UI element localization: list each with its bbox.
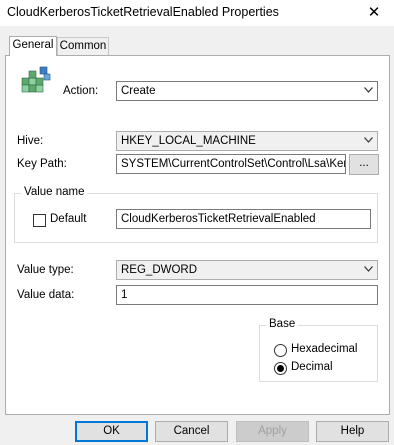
key-path-field[interactable]: SYSTEM\CurrentControlSet\Control\Lsa\Ker… bbox=[116, 154, 346, 174]
key-path-value: SYSTEM\CurrentControlSet\Control\Lsa\Ker… bbox=[121, 158, 346, 170]
action-value: Create bbox=[121, 85, 156, 97]
value-type-dropdown[interactable]: REG_DWORD bbox=[116, 260, 378, 280]
key-path-label: Key Path: bbox=[17, 158, 67, 170]
title-bar: CloudKerberosTicketRetrievalEnabled Prop… bbox=[0, 0, 394, 26]
window-title: CloudKerberosTicketRetrievalEnabled Prop… bbox=[7, 5, 279, 19]
value-data-label: Value data: bbox=[17, 289, 75, 301]
registry-cubes-icon bbox=[21, 66, 51, 93]
value-name-group: Value name Default CloudKerberosTicketRe… bbox=[14, 186, 378, 243]
browse-key-button[interactable]: ... bbox=[349, 154, 379, 175]
cancel-button[interactable]: Cancel bbox=[155, 421, 228, 442]
decimal-radio-label: Decimal bbox=[291, 361, 333, 373]
chevron-down-icon bbox=[364, 87, 373, 93]
ok-button[interactable]: OK bbox=[75, 421, 148, 442]
tab-general[interactable]: General bbox=[9, 36, 57, 56]
hive-value: HKEY_LOCAL_MACHINE bbox=[121, 135, 256, 147]
hive-label: Hive: bbox=[17, 135, 44, 147]
chevron-down-icon bbox=[364, 137, 373, 143]
base-group-title: Base bbox=[266, 318, 299, 330]
hexadecimal-radio[interactable] bbox=[274, 344, 287, 357]
radio-selected-dot bbox=[277, 365, 284, 372]
default-checkbox[interactable] bbox=[33, 214, 46, 227]
chevron-down-icon bbox=[364, 266, 373, 272]
value-type-label: Value type: bbox=[17, 264, 74, 276]
hexadecimal-radio-label: Hexadecimal bbox=[291, 343, 358, 355]
base-group: Base Hexadecimal Decimal bbox=[259, 318, 378, 382]
tab-common[interactable]: Common bbox=[57, 37, 109, 55]
value-name-field[interactable]: CloudKerberosTicketRetrievalEnabled bbox=[116, 209, 371, 229]
value-type-value: REG_DWORD bbox=[121, 264, 198, 276]
hive-dropdown[interactable]: HKEY_LOCAL_MACHINE bbox=[116, 131, 378, 151]
value-name-value: CloudKerberosTicketRetrievalEnabled bbox=[121, 213, 316, 225]
apply-button[interactable]: Apply bbox=[236, 421, 309, 442]
value-data-field[interactable]: 1 bbox=[116, 285, 378, 305]
close-icon[interactable]: ✕ bbox=[354, 0, 394, 26]
help-button[interactable]: Help bbox=[316, 421, 389, 442]
general-tab-panel: Action: Create Hive: HKEY_LOCAL_MACHINE … bbox=[5, 55, 390, 415]
value-data-value: 1 bbox=[121, 289, 128, 301]
action-dropdown[interactable]: Create bbox=[116, 81, 378, 101]
default-checkbox-label: Default bbox=[50, 213, 87, 225]
value-name-group-title: Value name bbox=[21, 186, 88, 198]
decimal-radio[interactable] bbox=[274, 362, 287, 375]
action-label: Action: bbox=[63, 85, 99, 97]
